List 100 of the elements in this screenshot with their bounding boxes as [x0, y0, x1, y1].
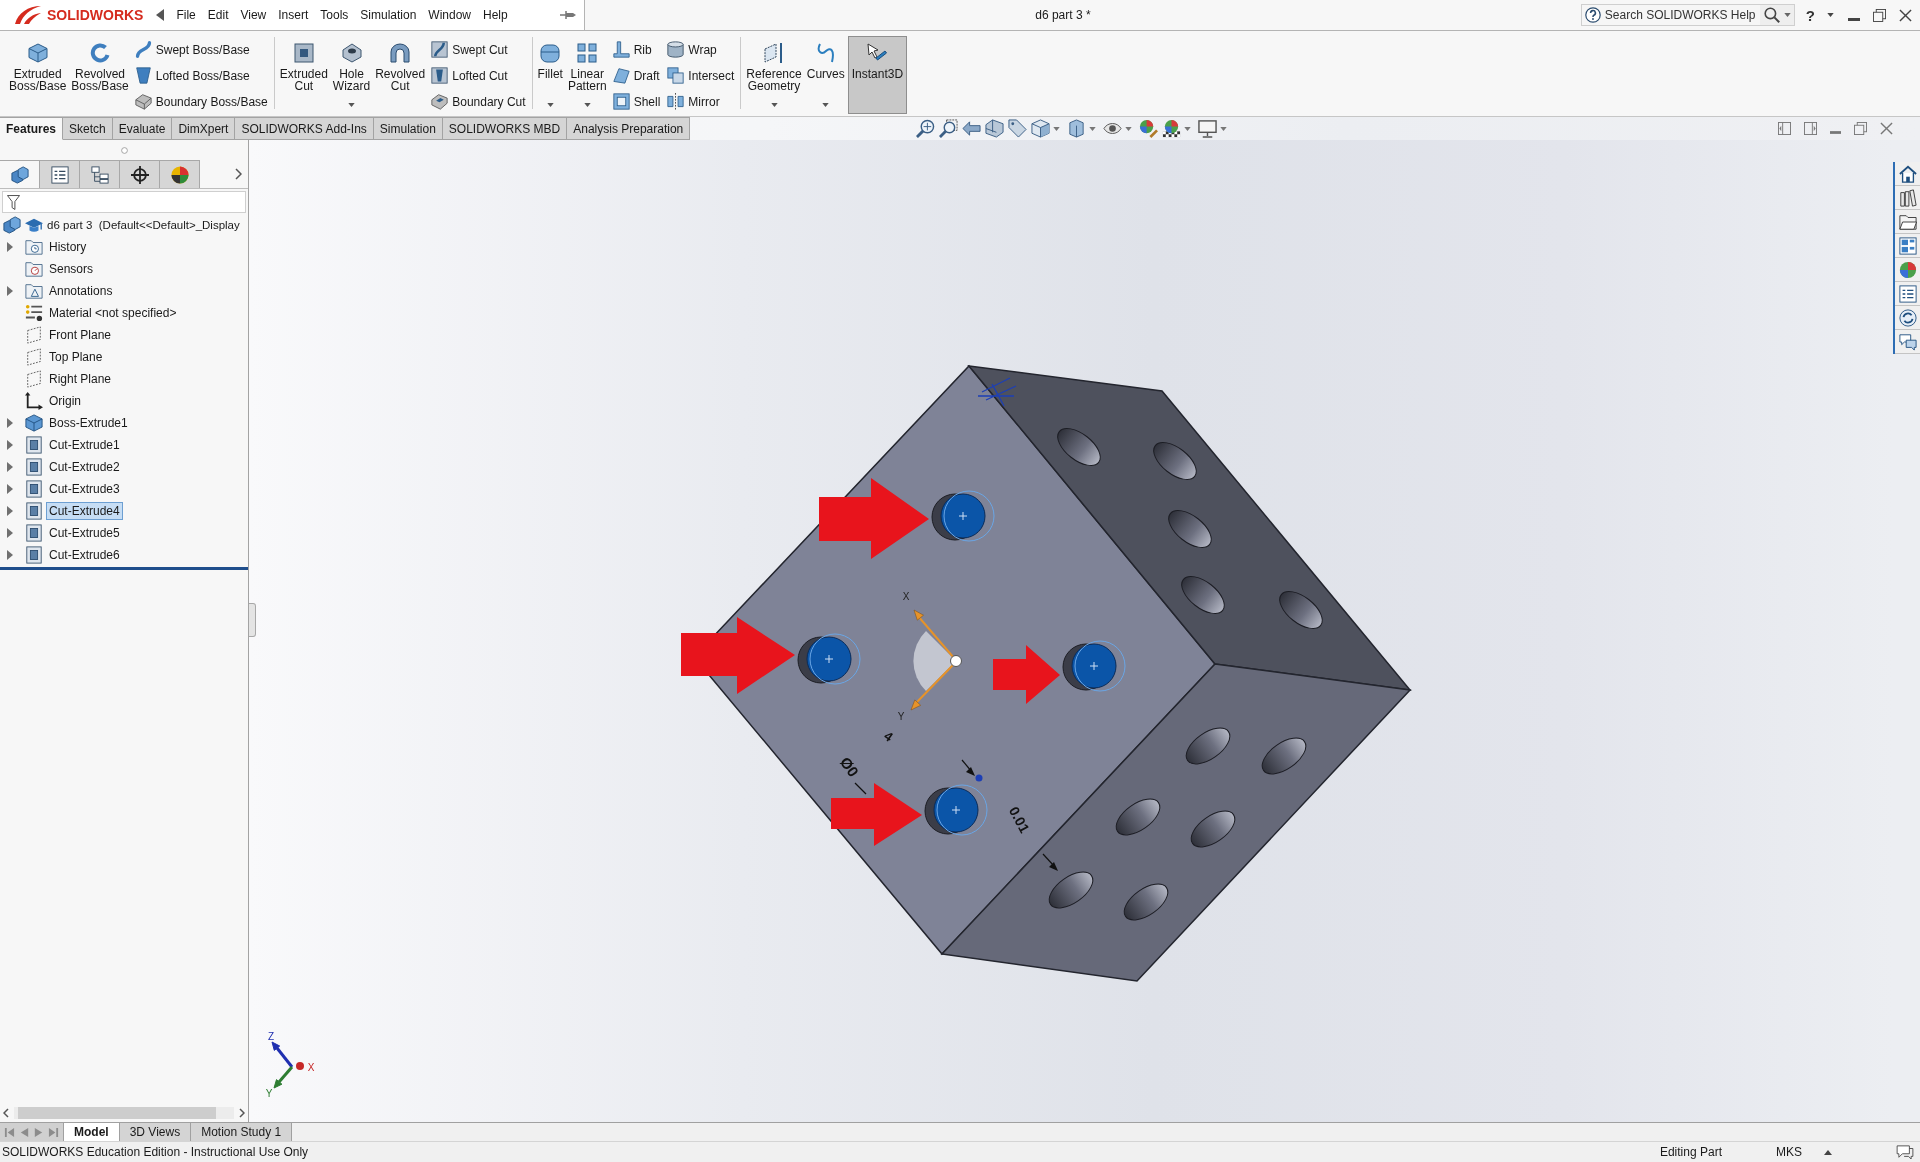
tree-item[interactable]: Cut-Extrude2	[46, 458, 123, 476]
menu-item[interactable]: Insert	[272, 8, 315, 22]
caret-icon[interactable]	[770, 103, 778, 107]
ribbon-button[interactable]: Revolved Boss/Base	[69, 36, 131, 114]
selected-hole[interactable]	[924, 784, 988, 836]
expand-arrow-icon[interactable]	[7, 550, 13, 560]
chat-icon[interactable]	[1898, 332, 1917, 351]
filter-field[interactable]	[2, 191, 246, 213]
ribbon-button[interactable]: Lofted Boss/Base	[131, 63, 271, 88]
help-button[interactable]: ?	[1805, 6, 1815, 24]
ribbon-button[interactable]: Swept Cut	[428, 37, 529, 62]
restore-icon[interactable]	[1873, 8, 1886, 22]
tree-item[interactable]: Material <not specified>	[46, 304, 180, 322]
tab[interactable]: DimXpert	[172, 117, 236, 140]
menu-item[interactable]: File	[170, 8, 202, 22]
ribbon-button[interactable]: Boundary Boss/Base	[131, 89, 271, 114]
back-arrow-icon[interactable]	[962, 119, 982, 138]
ribbon-button[interactable]: Lofted Cut	[428, 63, 529, 88]
ribbon-button[interactable]: Swept Boss/Base	[131, 37, 271, 62]
expand-arrow-icon[interactable]	[7, 286, 13, 296]
caret-icon[interactable]	[348, 103, 355, 107]
chevron-right-icon[interactable]	[235, 168, 242, 180]
caret-icon[interactable]	[1125, 126, 1133, 131]
selected-hole[interactable]	[931, 490, 995, 542]
tree-item[interactable]: Annotations	[46, 282, 116, 300]
dimension-label[interactable]: 0.01	[1005, 803, 1033, 836]
caret-icon[interactable]	[1184, 126, 1192, 131]
expand-arrow-icon[interactable]	[7, 528, 13, 538]
monitor-icon[interactable]	[1198, 119, 1218, 138]
caret-icon[interactable]	[1827, 13, 1834, 17]
caret-icon[interactable]	[1089, 126, 1097, 131]
ribbon-button[interactable]: Mirror	[664, 89, 738, 114]
tab[interactable]: SOLIDWORKS Add-Ins	[235, 117, 374, 140]
expand-arrow-icon[interactable]	[7, 484, 13, 494]
panel-tab[interactable]	[80, 160, 120, 188]
drag-handle[interactable]	[910, 609, 962, 711]
ribbon-button[interactable]: Draft	[609, 63, 664, 88]
ribbon-button[interactable]: Extruded Cut	[277, 36, 330, 114]
tab[interactable]: Features	[0, 117, 64, 140]
panel-tab[interactable]	[0, 160, 40, 188]
menu-item[interactable]: View	[234, 8, 273, 22]
left-triangle-icon[interactable]	[156, 9, 165, 21]
splitter-grip-icon[interactable]	[120, 146, 128, 154]
scene-ball-icon[interactable]	[1162, 119, 1182, 138]
menu-item[interactable]: Tools	[314, 8, 355, 22]
tab[interactable]: Simulation	[373, 117, 443, 140]
close-icon[interactable]	[1880, 122, 1893, 135]
tab[interactable]: Motion Study 1	[191, 1123, 293, 1141]
tree-item[interactable]: Cut-Extrude5	[46, 524, 123, 542]
menu-item[interactable]: Help	[477, 8, 514, 22]
panel-left-icon[interactable]	[1778, 122, 1791, 135]
tree-item[interactable]: Front Plane	[46, 326, 115, 344]
tree-item[interactable]: Cut-Extrude6	[46, 546, 123, 564]
tree-item[interactable]: Cut-Extrude1	[46, 436, 123, 454]
tree-item[interactable]: History	[46, 238, 90, 256]
books-icon[interactable]	[1898, 188, 1917, 207]
tree-item[interactable]: Cut-Extrude3	[46, 480, 123, 498]
cube-view-icon[interactable]	[1031, 119, 1051, 138]
color-ball-pencil-icon[interactable]	[1139, 119, 1159, 138]
grip-dot-icon[interactable]	[975, 774, 983, 782]
ribbon-button[interactable]: Intersect	[664, 63, 738, 88]
ribbon-button[interactable]: Linear Pattern	[565, 36, 609, 114]
tree-item[interactable]: Right Plane	[46, 370, 115, 388]
tree-item[interactable]: Top Plane	[46, 348, 106, 366]
tree-item[interactable]: Boss-Extrude1	[46, 414, 131, 432]
pin-icon[interactable]	[560, 10, 576, 20]
tree-root-item[interactable]: d6 part 3 (Default<<Default>_Display	[47, 219, 240, 231]
grid-panel-icon[interactable]	[1898, 236, 1917, 255]
unit-system-selector[interactable]: MKS	[1776, 1145, 1802, 1159]
dimension-label[interactable]: 4	[881, 728, 896, 745]
home-icon[interactable]	[1898, 164, 1917, 183]
expand-arrow-icon[interactable]	[7, 506, 13, 516]
tag-icon[interactable]	[1008, 119, 1028, 138]
refresh-icon[interactable]	[1898, 308, 1917, 327]
graphics-area[interactable]: X Y 4 Ø0 0.01 Z X Y	[249, 140, 1893, 1122]
tab[interactable]: Sketch	[63, 117, 113, 140]
chevron-left-icon[interactable]	[3, 1108, 9, 1118]
restore-icon[interactable]	[1854, 122, 1867, 135]
panel-collapse-handle[interactable]	[249, 603, 256, 637]
ribbon-button[interactable]: Rib	[609, 37, 664, 62]
list-icon[interactable]	[1898, 284, 1917, 303]
caret-icon[interactable]	[1053, 126, 1061, 131]
tab[interactable]: 3D Views	[119, 1123, 192, 1141]
ribbon-button[interactable]: Curves	[804, 36, 847, 114]
tab[interactable]: Model	[64, 1123, 120, 1141]
section-cube-icon[interactable]	[985, 119, 1005, 138]
caret-icon[interactable]	[822, 103, 830, 107]
tab[interactable]: Evaluate	[112, 117, 173, 140]
expand-arrow-icon[interactable]	[7, 440, 13, 450]
tab[interactable]: Analysis Preparation	[567, 117, 691, 140]
menu-item[interactable]: Simulation	[354, 8, 423, 22]
tree-item[interactable]: Cut-Extrude4	[46, 502, 123, 520]
ribbon-button[interactable]: Reference Geometry	[744, 36, 804, 114]
tree-item[interactable]: Origin	[46, 392, 84, 410]
panel-tab[interactable]	[120, 160, 160, 188]
selected-hole[interactable]	[1062, 640, 1126, 692]
close-icon[interactable]	[1899, 8, 1912, 22]
zoom-area-icon[interactable]	[939, 119, 959, 138]
panel-tab[interactable]	[160, 160, 200, 188]
caret-icon[interactable]	[546, 103, 554, 107]
